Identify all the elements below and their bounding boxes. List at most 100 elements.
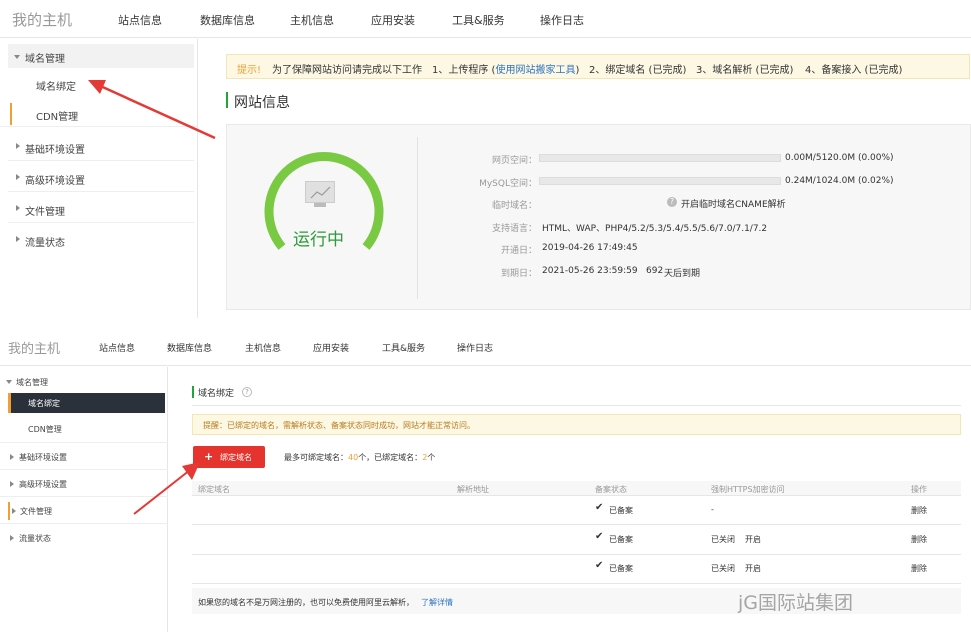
sidebar-item-files[interactable]: 文件管理	[0, 498, 168, 524]
mysql-space-bar	[539, 177, 781, 185]
caret-down-icon	[6, 380, 12, 384]
brand-title: 我的主机	[12, 11, 73, 29]
sidebar-item-cdn[interactable]: CDN管理	[0, 101, 198, 127]
title-divider	[192, 405, 961, 406]
top-nav: 我的主机 站点信息 数据库信息 主机信息 应用安装 工具&服务 操作日志	[0, 326, 971, 366]
sidebar-item-label: 文件管理	[20, 507, 52, 516]
web-space-bar	[539, 154, 781, 162]
status-text: 运行中	[293, 230, 344, 250]
sidebar-item-label: 域名绑定	[28, 399, 60, 408]
sidebar: 域名管理 域名绑定 CDN管理 基础环境设置 高级环境设置 文件管理 流量状态	[0, 367, 168, 632]
check-icon: ✔	[595, 531, 604, 542]
notice-step1: 1、上传程序 (使用网站搬家工具)	[432, 61, 579, 76]
cname-link[interactable]: 开启临时域名CNAME解析	[681, 197, 786, 210]
sidebar-item-traffic[interactable]: 流量状态	[0, 525, 168, 551]
sidebar-item-label: 域名绑定	[36, 82, 76, 93]
nav-host-info[interactable]: 主机信息	[290, 12, 334, 28]
sidebar-item-domain-bind[interactable]: 域名绑定	[8, 393, 165, 413]
row-divider	[192, 524, 961, 525]
sidebar: 域名管理 域名绑定 CDN管理 基础环境设置 高级环境设置 文件管理 流量状态	[0, 39, 198, 318]
sidebar-item-label: 高级环境设置	[19, 480, 67, 489]
active-indicator	[8, 393, 11, 413]
bind-notice: 提醒：已绑定的域名，需解析状态、备案状态同时成功，网站才能正常访问。	[192, 414, 961, 435]
https-status: -	[711, 505, 714, 514]
step1-prefix: 1、上传程序 (	[432, 65, 496, 76]
notice-step4: 4、备案接入 (已完成)	[805, 65, 903, 76]
limit-max: 40	[348, 453, 359, 462]
sidebar-item-adv-env[interactable]: 高级环境设置	[0, 471, 168, 497]
top-nav: 我的主机 站点信息 数据库信息 主机信息 应用安装 工具&服务 操作日志	[0, 0, 971, 38]
site-migration-link[interactable]: 使用网站搬家工具	[495, 65, 575, 76]
delete-link[interactable]: 删除	[911, 563, 927, 574]
monitor-icon	[305, 181, 335, 203]
monitor-stand-icon	[314, 203, 326, 207]
learn-more-link[interactable]: 了解详情	[421, 597, 453, 608]
nav-op-log[interactable]: 操作日志	[457, 341, 493, 354]
sidebar-group-domain[interactable]: 域名管理	[8, 44, 194, 68]
help-icon[interactable]: ?	[242, 387, 252, 397]
open-date-value: 2019-04-26 17:49:45	[542, 243, 638, 253]
sidebar-group-label: 域名管理	[16, 378, 48, 387]
https-enable-link[interactable]: 开启	[745, 563, 761, 574]
caret-right-icon	[16, 205, 20, 211]
notice-text: 为了保障网站访问请完成以下工作	[272, 65, 422, 76]
title-accent	[226, 92, 228, 108]
bind-domain-button[interactable]: + 绑定域名	[193, 446, 265, 468]
sidebar-item-basic-env[interactable]: 基础环境设置	[8, 133, 194, 161]
sidebar-item-domain-bind[interactable]: 域名绑定	[0, 73, 198, 97]
notice-tip: 提示!	[237, 65, 262, 76]
sidebar-item-traffic[interactable]: 流量状态	[8, 226, 194, 254]
delete-link[interactable]: 删除	[911, 505, 927, 516]
web-space-value: 0.00M/5120.0M (0.00%)	[785, 153, 894, 163]
caret-down-icon	[14, 55, 20, 59]
col-beian: 备案状态	[595, 485, 627, 494]
sidebar-item-label: 流量状态	[19, 534, 51, 543]
sidebar-item-cdn[interactable]: CDN管理	[0, 417, 168, 443]
sidebar-item-label: 高级环境设置	[25, 176, 85, 187]
delete-link[interactable]: 删除	[911, 534, 927, 545]
https-enable-link[interactable]: 开启	[745, 534, 761, 545]
nav-db-info[interactable]: 数据库信息	[200, 12, 255, 28]
limit-prefix: 最多可绑定域名：	[284, 453, 348, 462]
nav-db-info[interactable]: 数据库信息	[167, 341, 212, 354]
caret-right-icon	[16, 236, 20, 242]
site-info-box: 运行中 网页空间： 0.00M/5120.0M (0.00%) MySQL空间：…	[226, 124, 971, 310]
caret-right-icon	[10, 454, 14, 460]
nav-site-info[interactable]: 站点信息	[99, 341, 135, 354]
col-https: 强制HTTPS加密访问	[711, 485, 785, 494]
expire-date-label: 到期日：	[500, 269, 537, 279]
col-domain: 绑定域名	[198, 485, 230, 494]
row-divider	[192, 583, 961, 584]
domain-bind-panel: 我的主机 站点信息 数据库信息 主机信息 应用安装 工具&服务 操作日志 域名管…	[0, 326, 971, 632]
lang-value: HTML、WAP、PHP4/5.2/5.3/5.4/5.5/5.6/7.0/7.…	[542, 224, 768, 234]
beian-status: 已备案	[609, 564, 633, 573]
sidebar-item-label: 流量状态	[25, 238, 65, 249]
sidebar-item-basic-env[interactable]: 基础环境设置	[0, 444, 168, 470]
table-header	[192, 481, 961, 495]
https-status: 已关闭	[711, 535, 735, 544]
title-accent	[192, 386, 194, 398]
help-icon[interactable]: ?	[667, 197, 677, 207]
nav-app-install[interactable]: 应用安装	[371, 12, 415, 28]
check-icon: ✔	[595, 560, 604, 571]
sidebar-group-domain[interactable]: 域名管理	[0, 373, 168, 391]
nav-app-install[interactable]: 应用安装	[313, 341, 349, 354]
mysql-space-value: 0.24M/1024.0M (0.02%)	[785, 176, 894, 186]
section-title: 网站信息	[234, 95, 290, 111]
nav-op-log[interactable]: 操作日志	[540, 12, 584, 28]
sidebar-item-adv-env[interactable]: 高级环境设置	[8, 164, 194, 192]
nav-tools-services[interactable]: 工具&服务	[452, 12, 505, 28]
notice-step2: 2、绑定域名 (已完成)	[589, 65, 687, 76]
step1-suffix: )	[575, 65, 580, 76]
col-action: 操作	[911, 485, 927, 494]
nav-tools-services[interactable]: 工具&服务	[382, 341, 425, 354]
notice-step3: 3、域名解析 (已完成)	[696, 65, 794, 76]
sidebar-item-label: 基础环境设置	[19, 453, 67, 462]
nav-host-info[interactable]: 主机信息	[245, 341, 281, 354]
nav-site-info[interactable]: 站点信息	[118, 12, 162, 28]
caret-right-icon	[10, 481, 14, 487]
sidebar-item-files[interactable]: 文件管理	[8, 195, 194, 223]
expire-days: 692	[646, 266, 664, 276]
https-status: 已关闭	[711, 564, 735, 573]
row-divider	[192, 554, 961, 555]
